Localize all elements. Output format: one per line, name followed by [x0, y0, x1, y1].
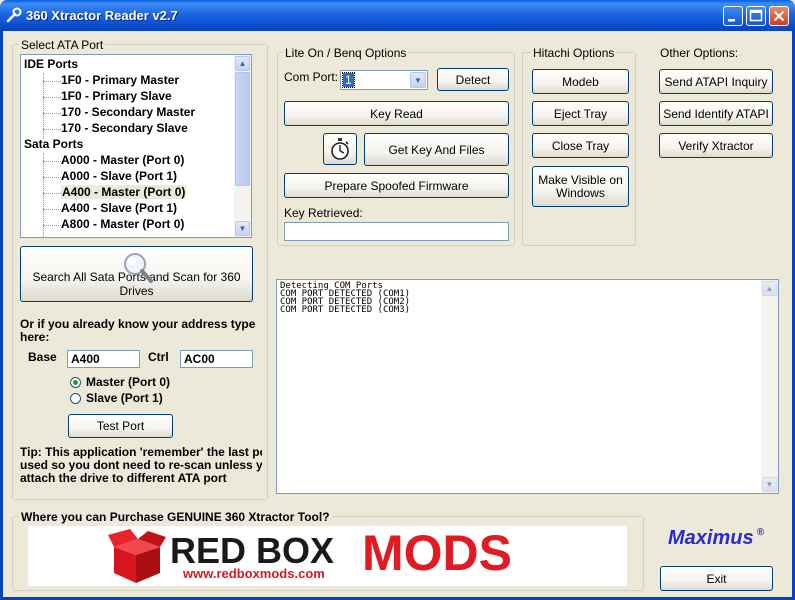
maximus-logo-text: Maximus	[668, 527, 754, 549]
com-port-label: Com Port:	[284, 70, 339, 84]
scroll-down-icon[interactable]: ▼	[235, 221, 250, 236]
tree-group-label[interactable]: IDE Ports	[24, 57, 78, 71]
minimize-icon	[728, 19, 735, 22]
tree-port-item[interactable]: A400 - Master (Port 0)	[61, 185, 187, 199]
tree-connector	[43, 113, 61, 114]
slave-label: Slave (Port 1)	[86, 391, 163, 405]
com-port-value: 1	[342, 72, 355, 88]
test-port-button[interactable]: Test Port	[68, 414, 173, 438]
tree-port-item[interactable]: 170 - Secondary Slave	[61, 121, 188, 135]
eject-tray-button[interactable]: Eject Tray	[532, 101, 629, 126]
minimize-button[interactable]	[723, 6, 743, 26]
master-radio[interactable]	[70, 377, 81, 388]
tree-port-item[interactable]: A000 - Slave (Port 1)	[61, 169, 177, 183]
tree-scrollbar[interactable]: ▲ ▼	[234, 55, 251, 237]
base-label: Base	[28, 350, 57, 364]
chevron-down-icon[interactable]: ▼	[410, 72, 426, 88]
tree-port-item[interactable]: A400 - Slave (Port 1)	[61, 201, 177, 215]
base-input[interactable]	[67, 350, 140, 368]
tree-connector	[43, 225, 61, 226]
banner-url-text: www.redboxmods.com	[183, 566, 325, 581]
modeb-button[interactable]: Modeb	[532, 69, 629, 94]
log-output[interactable]: Detecting COM Ports COM PORT DETECTED (C…	[276, 279, 779, 494]
manual-heading: Or if you already know your address type…	[20, 317, 256, 344]
tree-connector	[43, 81, 61, 82]
radio-dot-icon	[73, 380, 78, 385]
send-identify-atapi-button[interactable]: Send Identify ATAPI	[659, 101, 773, 126]
prepare-firmware-button[interactable]: Prepare Spoofed Firmware	[284, 173, 509, 198]
ctrl-input[interactable]	[180, 350, 253, 368]
tree-connector	[43, 161, 61, 162]
red-box-logo-icon	[108, 529, 166, 583]
log-text: Detecting COM Ports COM PORT DETECTED (C…	[280, 281, 411, 315]
wrench-icon	[6, 7, 22, 23]
key-read-button[interactable]: Key Read	[284, 101, 509, 126]
tree-port-item[interactable]: A000 - Master (Port 0)	[61, 153, 184, 167]
window-frame-left	[0, 31, 3, 600]
tree-group-label[interactable]: Sata Ports	[24, 137, 83, 151]
registered-mark: ®	[756, 527, 764, 538]
close-window-button[interactable]	[769, 6, 789, 26]
tree-connector	[43, 177, 61, 178]
detect-button[interactable]: Detect	[437, 68, 509, 91]
ata-port-legend: Select ATA Port	[19, 38, 106, 52]
tree-connector	[43, 97, 61, 98]
timer-button[interactable]	[323, 133, 357, 165]
send-atapi-inquiry-button[interactable]: Send ATAPI Inquiry	[659, 69, 773, 94]
close-tray-button[interactable]: Close Tray	[532, 133, 629, 158]
tree-vertical-guide	[43, 73, 44, 139]
maximus-logo: Maximus ®	[668, 527, 764, 550]
tree-port-item[interactable]: A800 - Master (Port 0)	[61, 217, 184, 231]
liteon-legend: Lite On / Benq Options	[283, 46, 409, 60]
verify-xtractor-button[interactable]: Verify Xtractor	[659, 133, 773, 158]
maximize-button[interactable]	[746, 6, 766, 26]
log-scroll-up-icon[interactable]: ▲	[762, 281, 777, 296]
redboxmods-banner[interactable]: RED BOX MODS www.redboxmods.com	[28, 526, 627, 586]
log-scroll-down-icon[interactable]: ▼	[762, 477, 777, 492]
stopwatch-icon	[331, 138, 349, 160]
exit-button[interactable]: Exit	[660, 566, 773, 591]
scroll-thumb[interactable]	[235, 72, 250, 186]
hitachi-legend: Hitachi Options	[531, 46, 617, 60]
maximize-icon	[749, 9, 763, 22]
tip-text-content: Tip: This application 'remember' the las…	[20, 446, 262, 485]
ctrl-label: Ctrl	[148, 350, 169, 364]
ata-port-tree[interactable]: IDE Ports 1F0 - Primary Master 1F0 - Prima…	[20, 54, 252, 238]
key-retrieved-input[interactable]	[284, 222, 509, 241]
log-scrollbar[interactable]: ▲ ▼	[761, 280, 778, 493]
close-icon	[773, 10, 785, 22]
tree-port-item[interactable]: 170 - Secondary Master	[61, 105, 195, 119]
tree-port-item[interactable]: 1F0 - Primary Master	[61, 73, 179, 87]
tree-vertical-guide	[43, 153, 44, 237]
master-label: Master (Port 0)	[86, 375, 171, 389]
tree-connector	[43, 193, 61, 194]
magnifier-icon	[124, 253, 153, 283]
tree-port-item[interactable]: 1F0 - Primary Slave	[61, 89, 172, 103]
slave-radio[interactable]	[70, 393, 81, 404]
scroll-up-icon[interactable]: ▲	[235, 56, 250, 71]
com-port-select[interactable]: 1 ▼	[340, 70, 428, 90]
tree-connector	[43, 129, 61, 130]
window-title: 360 Xtractor Reader v2.7	[26, 8, 178, 23]
get-key-files-button[interactable]: Get Key And Files	[364, 133, 509, 166]
make-visible-button[interactable]: Make Visible on Windows	[532, 166, 629, 207]
scan-sata-button[interactable]: Search All Sata Ports and Scan for 360 D…	[20, 246, 253, 302]
banner-mods-text: MODS	[362, 526, 512, 581]
tip-text: Tip: This application 'remember' the las…	[20, 446, 262, 488]
key-retrieved-label: Key Retrieved:	[284, 206, 363, 220]
other-options-label: Other Options:	[660, 46, 739, 60]
purchase-legend: Where you can Purchase GENUINE 360 Xtrac…	[19, 510, 332, 524]
tree-connector	[43, 209, 61, 210]
